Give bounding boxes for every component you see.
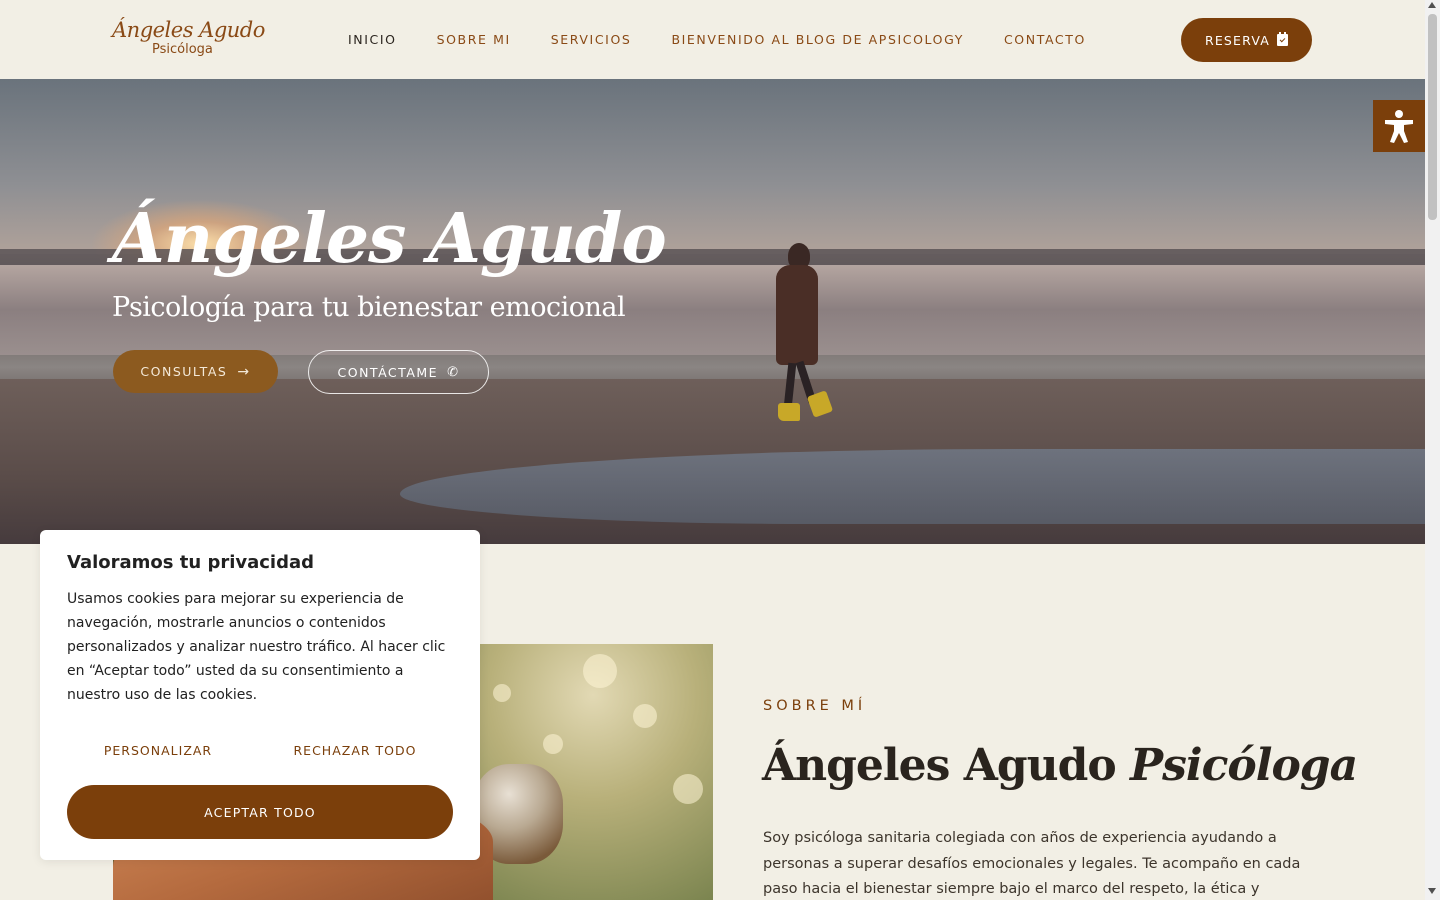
about-title-main: Ángeles Agudo	[762, 740, 1117, 791]
consultas-label: CONSULTAS	[140, 364, 228, 379]
nav-item-blog[interactable]: BIENVENIDO AL BLOG DE APSICOLOGY	[671, 31, 964, 49]
nav-item-contacto[interactable]: CONTACTO	[1004, 31, 1086, 49]
hero-walking-woman	[774, 243, 834, 423]
arrow-right-icon: →	[237, 363, 251, 380]
hero-banner: Ángeles Agudo Psicología para tu bienest…	[0, 79, 1425, 544]
main-nav: INICIO SOBRE MI SERVICIOS BIENVENIDO AL …	[348, 31, 1126, 49]
hero-subtitle: Psicología para tu bienestar emocional	[112, 292, 626, 323]
nav-item-servicios[interactable]: SERVICIOS	[551, 31, 632, 49]
nav-item-sobre-mi[interactable]: SOBRE MI	[437, 31, 511, 49]
accessibility-button[interactable]	[1373, 100, 1425, 152]
cookie-title: Valoramos tu privacidad	[67, 552, 315, 573]
about-section-label: SOBRE MÍ	[763, 698, 867, 714]
about-title-italic: Psicóloga	[1130, 740, 1358, 791]
phone-icon: ✆	[447, 364, 460, 380]
consultas-button[interactable]: CONSULTAS →	[113, 350, 278, 393]
hero-title: Ángeles Agudo	[112, 199, 667, 279]
logo-name: Ángeles Agudo	[112, 18, 265, 42]
reserva-label: RESERVA	[1204, 32, 1271, 48]
accessibility-icon	[1385, 110, 1413, 143]
cookie-personalizar-button[interactable]: PERSONALIZAR	[67, 735, 249, 765]
site-header: Ángeles Agudo Psicóloga INICIO SOBRE MI …	[0, 0, 1425, 79]
logo-subtitle: Psicóloga	[152, 42, 213, 57]
cookie-aceptar-button[interactable]: ACEPTAR TODO	[67, 785, 453, 839]
cookie-rechazar-button[interactable]: RECHAZAR TODO	[270, 735, 440, 765]
calendar-check-icon	[1277, 32, 1289, 46]
contactame-label: CONTÁCTAME	[337, 364, 439, 380]
cookie-consent-dialog: Valoramos tu privacidad Usamos cookies p…	[40, 530, 480, 860]
site-logo[interactable]: Ángeles Agudo Psicóloga	[112, 18, 265, 62]
about-text: Soy psicóloga sanitaria colegiada con añ…	[763, 830, 1301, 897]
cookie-text: Usamos cookies para mejorar su experienc…	[67, 591, 446, 703]
about-title: Ángeles Agudo Psicóloga	[762, 740, 1358, 791]
scroll-up-arrow-icon[interactable]	[1428, 2, 1436, 8]
contactame-button[interactable]: CONTÁCTAME ✆	[308, 350, 489, 394]
reserva-button[interactable]: RESERVA	[1181, 18, 1312, 62]
scrollbar-thumb[interactable]	[1428, 14, 1437, 220]
nav-item-inicio[interactable]: INICIO	[348, 31, 397, 49]
scroll-down-arrow-icon[interactable]	[1428, 888, 1436, 894]
